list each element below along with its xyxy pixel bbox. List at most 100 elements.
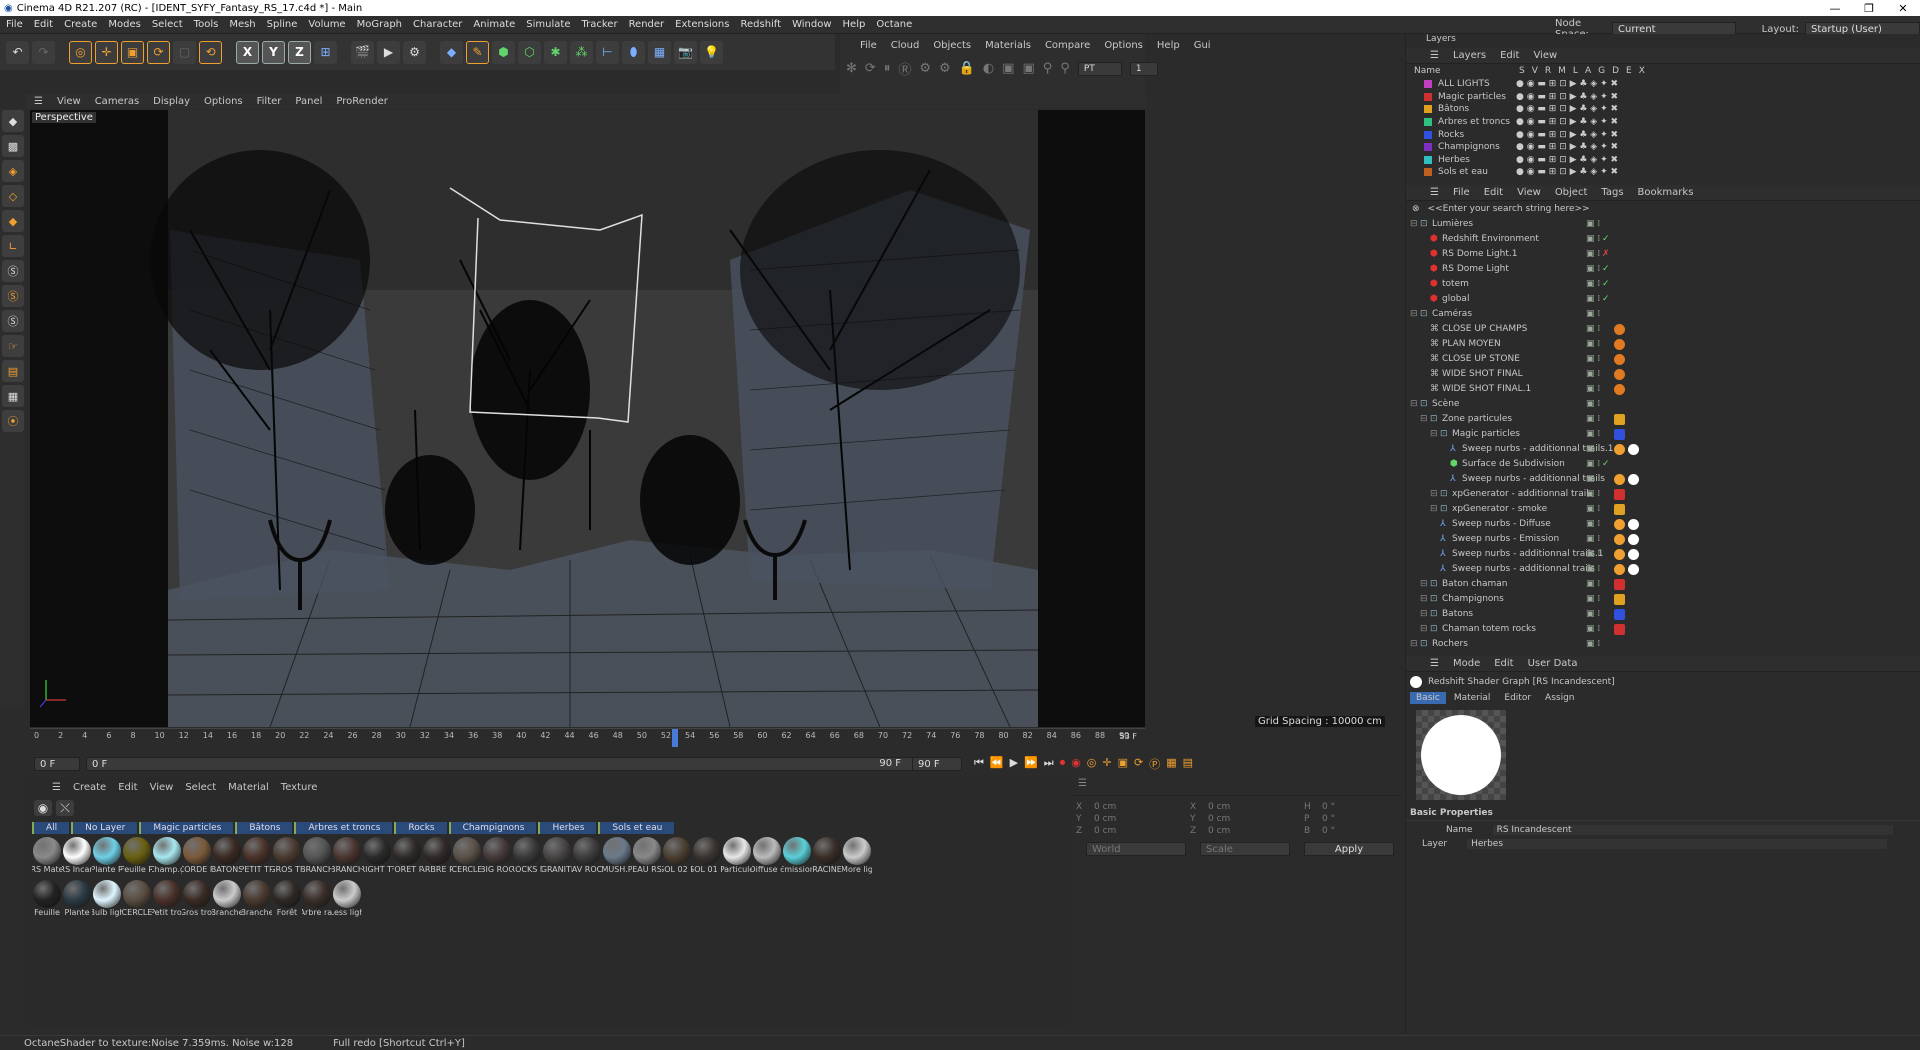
material-view-icon[interactable]: ◉ xyxy=(34,800,52,816)
layer-row[interactable]: Arbres et troncs ● ◉ ▬ ⊞ ⊡ ▶ ♣ ◈ ✦ ✖ xyxy=(1406,116,1920,129)
material-swatch[interactable]: GROS TF xyxy=(272,837,302,874)
object-row[interactable]: ⬢ RS Dome Light.1 ▣ ⁞ ✗ xyxy=(1406,247,1920,262)
visibility-toggle[interactable]: ▣ ⁞ xyxy=(1586,414,1600,424)
material-layer-chip[interactable]: Bâtons xyxy=(235,822,293,834)
object-row[interactable]: ⌘ CLOSE UP CHAMPS ▣ ⁞ xyxy=(1406,322,1920,337)
material-filter-icon[interactable]: ⤬ xyxy=(56,800,74,816)
apply-button[interactable]: Apply xyxy=(1304,842,1394,856)
material-swatch[interactable]: Particule xyxy=(722,837,752,874)
octane-settings-icon[interactable]: ✻ xyxy=(846,61,857,76)
material-swatch[interactable]: Arbre rai xyxy=(302,880,332,917)
layer-flags[interactable]: ● ◉ ▬ ⊞ ⊡ ▶ ♣ ◈ ✦ ✖ xyxy=(1516,142,1618,152)
pos-z-field[interactable]: 0 cm xyxy=(1094,826,1184,836)
objects-menu-object[interactable]: Object xyxy=(1555,187,1588,198)
attributes-menu-mode[interactable]: Mode xyxy=(1453,658,1480,669)
visibility-toggle[interactable]: ▣ ⁞ xyxy=(1586,264,1600,274)
soft-selection-icon[interactable]: ☞ xyxy=(2,335,24,357)
visibility-toggle[interactable]: ▣ ⁞ xyxy=(1586,249,1600,259)
camera-icon[interactable]: 📷 xyxy=(674,40,697,64)
floor-icon[interactable]: ▦ xyxy=(648,40,671,64)
object-row[interactable]: ⊟ ⊡ Chaman totem rocks ▣ ⁞ xyxy=(1406,622,1920,637)
layer-col-l[interactable]: L xyxy=(1573,66,1578,78)
object-row[interactable]: ⌘ WIDE SHOT FINAL.1 ▣ ⁞ xyxy=(1406,382,1920,397)
material-swatch[interactable]: Branche xyxy=(242,880,272,917)
viewport-menu-prorender[interactable]: ProRender xyxy=(336,96,387,107)
rot-b-field[interactable]: 0 ° xyxy=(1322,826,1412,836)
snap-settings-icon[interactable]: Ⓢ xyxy=(2,285,24,307)
material-swatch[interactable]: Diffuse c xyxy=(752,837,782,874)
menu-file[interactable]: File xyxy=(6,19,23,30)
rot-p-field[interactable]: 0 ° xyxy=(1322,814,1412,824)
cloner-icon[interactable]: ✱ xyxy=(544,40,567,64)
material-swatch[interactable]: Bulb ligh xyxy=(92,880,122,917)
octane-gear-icon[interactable]: ⚙ xyxy=(919,61,931,76)
visibility-toggle[interactable]: ▣ ⁞ xyxy=(1586,504,1600,514)
layer-color-swatch[interactable] xyxy=(1424,168,1432,177)
visibility-toggle[interactable]: ▣ ⁞ xyxy=(1586,294,1600,304)
object-row[interactable]: ⊟ ⊡ Rochers ▣ ⁞ xyxy=(1406,637,1920,652)
end-frame-field[interactable]: 90 F xyxy=(912,757,962,771)
world-coords-icon[interactable]: ⊞ xyxy=(314,40,337,64)
menu-redshift[interactable]: Redshift xyxy=(740,19,781,30)
timeline-window-icon[interactable]: ▤ xyxy=(1183,756,1193,772)
material-swatch[interactable]: ARBRE R xyxy=(422,837,452,874)
octane-menu-materials[interactable]: Materials xyxy=(985,40,1031,51)
layer-row[interactable]: Herbes ● ◉ ▬ ⊞ ⊡ ▶ ♣ ◈ ✦ ✖ xyxy=(1406,154,1920,167)
lock-workplane-icon[interactable]: ⦿ xyxy=(2,410,24,432)
objects-menu-edit[interactable]: Edit xyxy=(1484,187,1503,198)
menu-render[interactable]: Render xyxy=(629,19,665,30)
recent-tools-icon[interactable]: ▢ xyxy=(173,40,196,64)
viewport-menu-filter[interactable]: Filter xyxy=(257,96,282,107)
visibility-toggle[interactable]: ▣ ⁞ xyxy=(1586,309,1600,319)
layer-color-swatch[interactable] xyxy=(1424,118,1432,127)
visibility-toggle[interactable]: ▣ ⁞ xyxy=(1586,384,1600,394)
layer-row[interactable]: Rocks ● ◉ ▬ ⊞ ⊡ ▶ ♣ ◈ ✦ ✖ xyxy=(1406,128,1920,141)
attr-tab-basic[interactable]: Basic xyxy=(1410,691,1446,704)
menu-mesh[interactable]: Mesh xyxy=(229,19,255,30)
layer-color-swatch[interactable] xyxy=(1424,80,1432,89)
object-row[interactable]: ⊟ ⊡ Lumières ▣ ⁞ xyxy=(1406,217,1920,232)
octane-frame2-icon[interactable]: ▣ xyxy=(1022,61,1034,76)
objects-menu-view[interactable]: View xyxy=(1517,187,1541,198)
visibility-toggle[interactable]: ▣ ⁞ xyxy=(1586,564,1600,574)
search-close-icon[interactable]: ⊗ xyxy=(1412,204,1420,214)
material-swatch[interactable]: GRANITI xyxy=(542,837,572,874)
object-row[interactable]: ⅄ Sweep nurbs - additionnal trails.1 ▣ ⁞ xyxy=(1406,547,1920,562)
visibility-toggle[interactable]: ▣ ⁞ xyxy=(1586,324,1600,334)
visibility-toggle[interactable]: ▣ ⁞ xyxy=(1586,444,1600,454)
layer-col-r[interactable]: R xyxy=(1545,66,1551,78)
camera-tag-icon[interactable] xyxy=(1614,383,1625,395)
menu-select[interactable]: Select xyxy=(152,19,183,30)
pos-y-field[interactable]: 0 cm xyxy=(1094,814,1184,824)
material-layer-field[interactable]: Herbes xyxy=(1467,838,1888,849)
visibility-toggle[interactable]: ▣ ⁞ xyxy=(1586,234,1600,244)
expand-icon[interactable]: ⊟ xyxy=(1420,579,1428,589)
objects-menu-bookmarks[interactable]: Bookmarks xyxy=(1638,187,1694,198)
layer-col-d[interactable]: D xyxy=(1612,66,1619,78)
material-swatch[interactable]: ROCKS F xyxy=(512,837,542,874)
material-menu-texture[interactable]: Texture xyxy=(281,782,318,796)
viewport-menu-icon[interactable]: ☰ xyxy=(34,96,43,107)
visibility-toggle[interactable]: ▣ ⁞ xyxy=(1586,489,1600,499)
octane-pause-icon[interactable]: ⏸ xyxy=(884,61,891,76)
prev-key-icon[interactable]: ⏪ xyxy=(990,756,1004,772)
render-view-icon[interactable]: 🎬 xyxy=(351,40,374,64)
octane-clay-icon[interactable]: ⚙ xyxy=(939,61,951,76)
material-tag-icon[interactable] xyxy=(1628,473,1639,485)
material-menu-material[interactable]: Material xyxy=(228,782,269,796)
object-row[interactable]: ⅄ Sweep nurbs - additionnal trails.1 ▣ ⁞ xyxy=(1406,442,1920,457)
material-tag-icon[interactable] xyxy=(1628,518,1639,530)
visibility-toggle[interactable]: ▣ ⁞ xyxy=(1586,594,1600,604)
octane-region-icon[interactable]: Ⓡ xyxy=(898,59,911,78)
enabled-status[interactable]: ✓ xyxy=(1602,264,1610,274)
material-swatch[interactable]: BRANCH xyxy=(302,837,332,874)
layer-col-g[interactable]: G xyxy=(1598,66,1605,78)
render-picture-viewer-icon[interactable]: ▶ xyxy=(377,40,400,64)
layer-color-swatch[interactable] xyxy=(1424,130,1432,139)
object-row[interactable]: ⊟ ⊡ Caméras ▣ ⁞ xyxy=(1406,307,1920,322)
object-row[interactable]: ⊟ ⊡ Baton chaman ▣ ⁞ xyxy=(1406,577,1920,592)
octane-menu-cloud[interactable]: Cloud xyxy=(891,40,920,51)
visibility-toggle[interactable]: ▣ ⁞ xyxy=(1586,339,1600,349)
material-layer-chip[interactable]: Sols et eau xyxy=(598,822,675,834)
menu-window[interactable]: Window xyxy=(792,19,831,30)
